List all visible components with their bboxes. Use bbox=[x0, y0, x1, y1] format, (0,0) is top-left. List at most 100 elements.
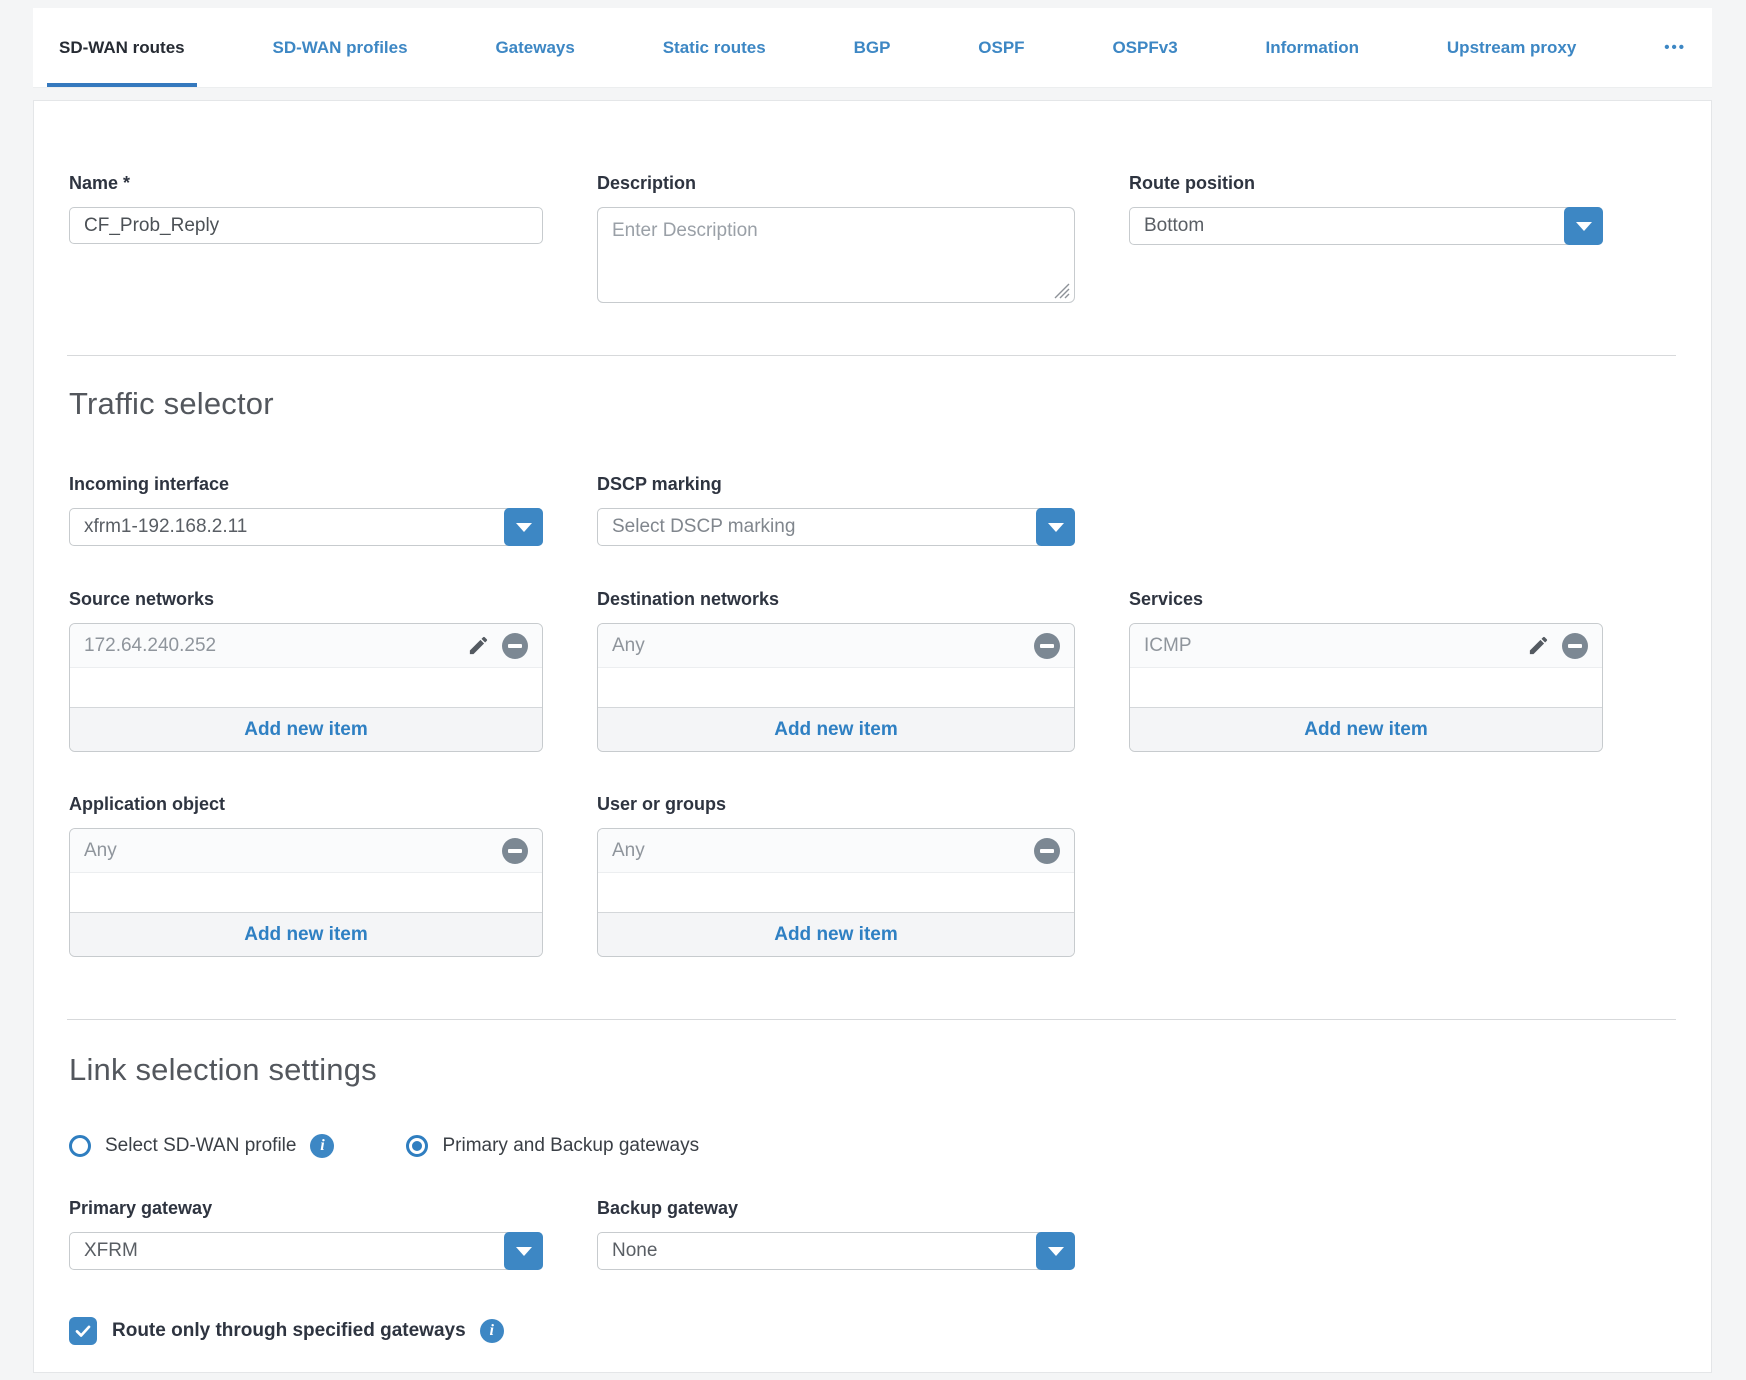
dscp-marking-placeholder: Select DSCP marking bbox=[612, 516, 795, 538]
source-networks-list: 172.64.240.252 Add new item bbox=[69, 623, 543, 752]
section-divider bbox=[67, 1019, 1676, 1020]
backup-gateway-field-group: Backup gateway None bbox=[597, 1198, 1075, 1270]
destination-networks-list: Any Add new item bbox=[597, 623, 1075, 752]
route-position-label: Route position bbox=[1129, 173, 1603, 194]
dscp-marking-dropdown-button[interactable] bbox=[1036, 508, 1075, 546]
tab-ospf[interactable]: OSPF bbox=[966, 8, 1036, 87]
list-empty-area bbox=[70, 668, 542, 707]
link-selection-heading: Link selection settings bbox=[69, 1052, 1676, 1088]
list-item-text: ICMP bbox=[1144, 635, 1527, 657]
section-divider bbox=[67, 355, 1676, 356]
application-object-field-group: Application object Any Add new item bbox=[69, 794, 543, 957]
tab-gateways[interactable]: Gateways bbox=[483, 8, 586, 87]
edit-icon[interactable] bbox=[467, 634, 490, 657]
description-textarea[interactable] bbox=[597, 207, 1075, 303]
tab-bgp[interactable]: BGP bbox=[842, 8, 903, 87]
info-icon[interactable]: i bbox=[480, 1319, 504, 1343]
incoming-interface-field-group: Incoming interface xfrm1-192.168.2.11 bbox=[69, 474, 543, 546]
user-or-groups-field-group: User or groups Any Add new item bbox=[597, 794, 1075, 957]
list-empty-area bbox=[598, 668, 1074, 707]
route-position-select[interactable]: Bottom bbox=[1129, 207, 1603, 245]
primary-gateway-value: XFRM bbox=[84, 1240, 138, 1262]
add-new-item-button[interactable]: Add new item bbox=[598, 912, 1074, 956]
tab-bar: SD-WAN routes SD-WAN profiles Gateways S… bbox=[33, 8, 1712, 88]
list-item: Any bbox=[598, 829, 1074, 873]
primary-gateway-select[interactable]: XFRM bbox=[69, 1232, 543, 1270]
destination-networks-label: Destination networks bbox=[597, 589, 1075, 610]
chevron-down-icon bbox=[1576, 222, 1592, 231]
incoming-interface-dropdown-button[interactable] bbox=[504, 508, 543, 546]
checkbox-checked-icon[interactable] bbox=[69, 1317, 97, 1345]
radio-label: Primary and Backup gateways bbox=[442, 1135, 699, 1157]
add-new-item-button[interactable]: Add new item bbox=[598, 707, 1074, 751]
source-networks-label: Source networks bbox=[69, 589, 543, 610]
list-item-text: 172.64.240.252 bbox=[84, 635, 467, 657]
backup-gateway-value: None bbox=[612, 1240, 657, 1262]
tab-upstream-proxy[interactable]: Upstream proxy bbox=[1435, 8, 1588, 87]
sdwan-route-form: Name * Description Route position Bottom bbox=[33, 100, 1712, 1373]
radio-label: Select SD-WAN profile bbox=[105, 1135, 296, 1157]
remove-icon[interactable] bbox=[502, 838, 528, 864]
list-empty-area bbox=[70, 873, 542, 912]
route-position-field-group: Route position Bottom bbox=[1129, 173, 1603, 245]
user-or-groups-list: Any Add new item bbox=[597, 828, 1075, 957]
destination-networks-field-group: Destination networks Any Add new item bbox=[597, 589, 1075, 752]
services-field-group: Services ICMP Add new item bbox=[1129, 589, 1603, 752]
description-field-group: Description bbox=[597, 173, 1075, 308]
dscp-marking-select[interactable]: Select DSCP marking bbox=[597, 508, 1075, 546]
incoming-interface-label: Incoming interface bbox=[69, 474, 543, 495]
list-item: Any bbox=[70, 829, 542, 873]
more-tabs-icon[interactable]: ••• bbox=[1652, 8, 1698, 87]
add-new-item-button[interactable]: Add new item bbox=[1130, 707, 1602, 751]
route-only-checkbox-row: Route only through specified gateways i bbox=[69, 1317, 1676, 1345]
tab-information[interactable]: Information bbox=[1254, 8, 1372, 87]
remove-icon[interactable] bbox=[1034, 633, 1060, 659]
dscp-marking-label: DSCP marking bbox=[597, 474, 1075, 495]
backup-gateway-label: Backup gateway bbox=[597, 1198, 1075, 1219]
description-label: Description bbox=[597, 173, 1075, 194]
add-new-item-button[interactable]: Add new item bbox=[70, 707, 542, 751]
name-input[interactable] bbox=[69, 207, 543, 244]
radio-checked-icon[interactable] bbox=[406, 1135, 428, 1157]
radio-primary-backup-gateways[interactable]: Primary and Backup gateways bbox=[406, 1135, 699, 1157]
list-empty-area bbox=[598, 873, 1074, 912]
services-list: ICMP Add new item bbox=[1129, 623, 1603, 752]
route-position-value: Bottom bbox=[1144, 215, 1204, 237]
remove-icon[interactable] bbox=[502, 633, 528, 659]
tab-sdwan-profiles[interactable]: SD-WAN profiles bbox=[261, 8, 420, 87]
dscp-marking-field-group: DSCP marking Select DSCP marking bbox=[597, 474, 1075, 546]
backup-gateway-dropdown-button[interactable] bbox=[1036, 1232, 1075, 1270]
link-selection-radio-group: Select SD-WAN profile i Primary and Back… bbox=[69, 1134, 1676, 1158]
chevron-down-icon bbox=[516, 1247, 532, 1256]
list-empty-area bbox=[1130, 668, 1602, 707]
chevron-down-icon bbox=[1048, 1247, 1064, 1256]
tab-static-routes[interactable]: Static routes bbox=[651, 8, 778, 87]
primary-gateway-dropdown-button[interactable] bbox=[504, 1232, 543, 1270]
name-label: Name * bbox=[69, 173, 543, 194]
tab-sdwan-routes[interactable]: SD-WAN routes bbox=[47, 8, 197, 87]
application-object-list: Any Add new item bbox=[69, 828, 543, 957]
list-item: 172.64.240.252 bbox=[70, 624, 542, 668]
edit-icon[interactable] bbox=[1527, 634, 1550, 657]
route-position-dropdown-button[interactable] bbox=[1564, 207, 1603, 245]
route-only-checkbox-label: Route only through specified gateways bbox=[112, 1320, 466, 1342]
list-item-text: Any bbox=[612, 840, 1034, 862]
list-item-text: Any bbox=[84, 840, 502, 862]
tab-ospfv3[interactable]: OSPFv3 bbox=[1100, 8, 1189, 87]
add-new-item-button[interactable]: Add new item bbox=[70, 912, 542, 956]
radio-unchecked-icon[interactable] bbox=[69, 1135, 91, 1157]
primary-gateway-label: Primary gateway bbox=[69, 1198, 543, 1219]
backup-gateway-select[interactable]: None bbox=[597, 1232, 1075, 1270]
radio-select-sdwan-profile[interactable]: Select SD-WAN profile i bbox=[69, 1134, 334, 1158]
remove-icon[interactable] bbox=[1562, 633, 1588, 659]
list-item-text: Any bbox=[612, 635, 1034, 657]
chevron-down-icon bbox=[1048, 523, 1064, 532]
remove-icon[interactable] bbox=[1034, 838, 1060, 864]
user-or-groups-label: User or groups bbox=[597, 794, 1075, 815]
name-field-group: Name * bbox=[69, 173, 543, 244]
info-icon[interactable]: i bbox=[310, 1134, 334, 1158]
incoming-interface-value: xfrm1-192.168.2.11 bbox=[84, 516, 247, 538]
application-object-label: Application object bbox=[69, 794, 543, 815]
primary-gateway-field-group: Primary gateway XFRM bbox=[69, 1198, 543, 1270]
incoming-interface-select[interactable]: xfrm1-192.168.2.11 bbox=[69, 508, 543, 546]
